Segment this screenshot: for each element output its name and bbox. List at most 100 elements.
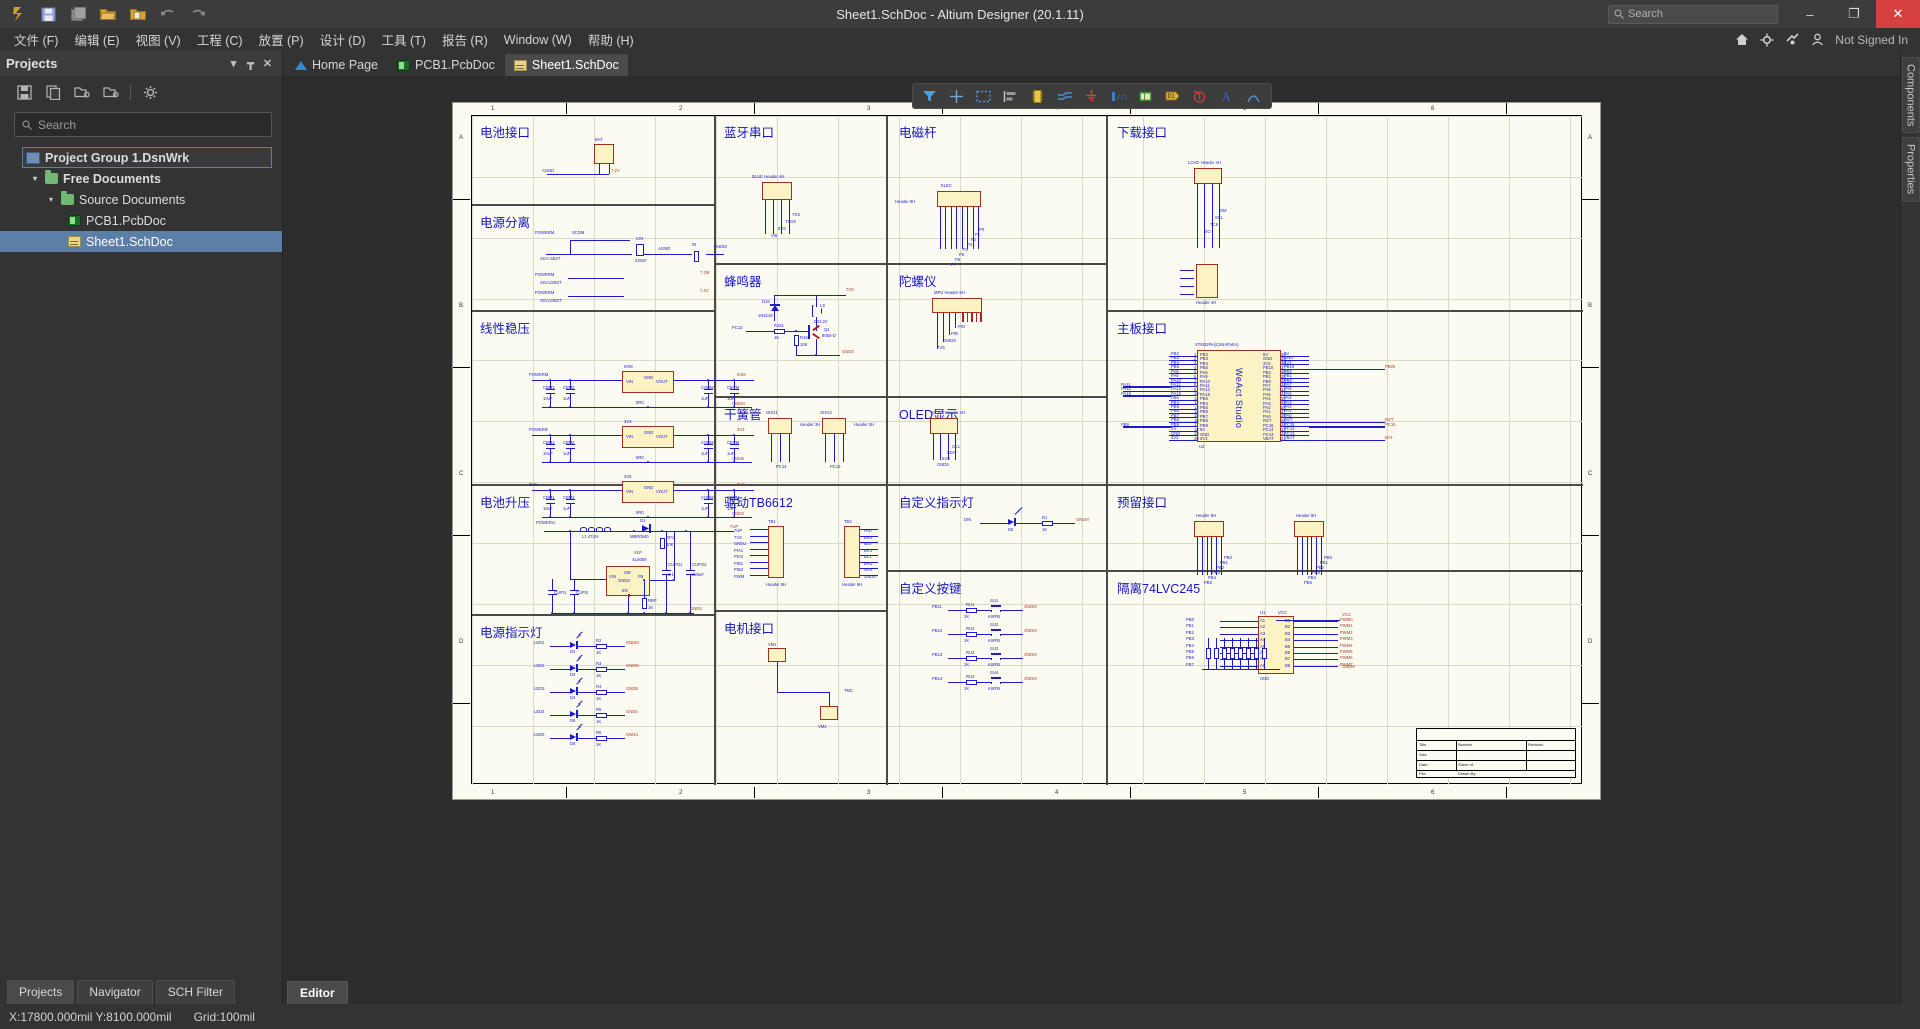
dock-tab-properties[interactable]: Properties xyxy=(1901,137,1920,202)
tree-item-pcb1[interactable]: PCB1.PcbDoc xyxy=(0,210,282,231)
wire-led2 xyxy=(578,692,596,693)
led-bar xyxy=(576,733,578,741)
open-folder-icon[interactable] xyxy=(72,82,92,102)
menu-file[interactable]: 文件 (F) xyxy=(6,28,66,51)
menu-tools[interactable]: 工具 (T) xyxy=(374,28,434,51)
designator-Q1: Q1 xyxy=(824,327,830,332)
designator-D1: D1 xyxy=(640,518,646,523)
net-DIN: DIN xyxy=(964,517,972,522)
tree-item-source-documents[interactable]: ▾ Source Documents xyxy=(0,189,282,210)
selection-rect-icon[interactable] xyxy=(971,85,997,107)
ground-icon[interactable] xyxy=(1079,85,1105,107)
value-10K: 10K xyxy=(666,542,674,547)
gear-icon[interactable] xyxy=(1760,33,1774,47)
arc-icon[interactable] xyxy=(1241,85,1267,107)
res-lead xyxy=(1216,659,1217,669)
connect-icon[interactable] xyxy=(1785,33,1800,46)
filter-icon[interactable] xyxy=(917,85,943,107)
grid-line-vertical xyxy=(655,116,656,785)
panel-close-icon[interactable]: ✕ xyxy=(259,57,276,70)
redo-icon[interactable] xyxy=(184,2,212,26)
open-icon[interactable] xyxy=(94,2,122,26)
projects-search-input[interactable]: Search xyxy=(14,112,272,137)
menu-edit[interactable]: 编辑 (E) xyxy=(66,28,127,51)
pin-wire xyxy=(750,529,768,530)
grid-line-vertical xyxy=(533,116,534,785)
wire xyxy=(628,596,629,613)
panel-tab-navigator[interactable]: Navigator xyxy=(77,980,153,1004)
net-PC13: PC13 xyxy=(732,325,743,330)
save-icon[interactable] xyxy=(34,2,62,26)
pcb-doc-icon xyxy=(68,215,81,226)
tree-item-project-group[interactable]: Project Group 1.DsnWrk xyxy=(22,147,272,168)
panel-pin-icon[interactable]: ┳ xyxy=(242,57,259,70)
menu-project[interactable]: 工程 (C) xyxy=(189,28,251,51)
user-icon[interactable] xyxy=(1811,33,1824,46)
save-icon[interactable] xyxy=(14,82,34,102)
dock-tab-components[interactable]: Components xyxy=(1901,57,1920,134)
bus-icon[interactable] xyxy=(1052,85,1078,107)
save-all-icon[interactable] xyxy=(64,2,92,26)
no-erc-icon[interactable] xyxy=(1187,85,1213,107)
res-lead xyxy=(1256,638,1257,648)
menu-view[interactable]: 视图 (V) xyxy=(128,28,189,51)
copy-icon[interactable] xyxy=(43,82,63,102)
cap-value: 1uF xyxy=(563,451,571,456)
schematic-canvas[interactable]: /// D1 A xyxy=(283,76,1900,1004)
designator-R1: R1 xyxy=(1042,515,1048,520)
global-search-input[interactable]: Search xyxy=(1608,4,1778,24)
project-tree: Project Group 1.DsnWrk ▾ Free Documents … xyxy=(0,143,282,976)
editor-tab[interactable]: Editor xyxy=(287,981,348,1004)
grid-line-horizontal xyxy=(472,299,1583,300)
block-divider-horizontal xyxy=(472,310,714,312)
net-7V2: 7.2V xyxy=(611,168,620,173)
net-label-icon[interactable]: D1 xyxy=(1160,85,1186,107)
panel-tab-sch-filter[interactable]: SCH Filter xyxy=(155,980,236,1004)
sheet-symbol-icon[interactable] xyxy=(1133,85,1159,107)
grid-setting[interactable]: Grid:100mil xyxy=(194,1010,255,1024)
menu-place[interactable]: 放置 (P) xyxy=(251,28,312,51)
port-icon[interactable]: /// xyxy=(1106,85,1132,107)
wire xyxy=(546,254,632,255)
component-icon[interactable] xyxy=(1025,85,1051,107)
open-project-icon[interactable] xyxy=(124,2,152,26)
tree-item-sheet1[interactable]: Sheet1.SchDoc xyxy=(0,231,282,252)
text-icon[interactable]: A xyxy=(1214,85,1240,107)
pin-wire-red xyxy=(966,313,968,322)
menu-reports[interactable]: 报告 (R) xyxy=(434,28,496,51)
menu-window[interactable]: Window (W) xyxy=(496,31,580,49)
menu-help[interactable]: 帮助 (H) xyxy=(580,28,642,51)
panel-dropdown-icon[interactable]: ▾ xyxy=(225,57,242,70)
panel-tab-projects[interactable]: Projects xyxy=(7,980,75,1004)
doc-tab-sheet1[interactable]: Sheet1.SchDoc xyxy=(504,54,628,76)
wire-in xyxy=(532,435,622,436)
minimize-button[interactable]: – xyxy=(1788,0,1832,28)
chevron-down-icon[interactable]: ▾ xyxy=(30,174,40,183)
altium-logo-icon[interactable] xyxy=(4,2,32,26)
grid-line-vertical xyxy=(838,116,839,785)
mcu-part-title: STM32Pin(CoNoPartA) xyxy=(1195,342,1239,347)
refresh-folder-icon[interactable] xyxy=(101,82,121,102)
resistor-part xyxy=(1214,648,1219,659)
tree-item-free-documents[interactable]: ▾ Free Documents xyxy=(0,168,282,189)
wire xyxy=(816,295,817,307)
doc-tab-home-page[interactable]: Home Page xyxy=(286,54,387,76)
btn-lead xyxy=(991,682,992,684)
settings-icon[interactable] xyxy=(140,82,160,102)
close-button[interactable]: ✕ xyxy=(1876,0,1920,28)
ic-left-wire xyxy=(1220,659,1258,661)
doc-tab-pcb1[interactable]: PCB1.PcbDoc xyxy=(388,54,504,76)
cap-plate xyxy=(686,570,695,572)
pin-VIN-boost: VIN xyxy=(609,574,616,579)
align-icon[interactable] xyxy=(998,85,1024,107)
signin-status-label[interactable]: Not Signed In xyxy=(1835,33,1908,47)
maximize-button[interactable]: ❐ xyxy=(1832,0,1876,28)
net-7V2M: 7.2M xyxy=(700,270,710,275)
res-lead xyxy=(1256,659,1257,669)
schematic-sheet[interactable]: 1 2 3 4 5 6 1 2 3 4 5 6 A B C D A B C D 电池接口 蓝牙串口 电磁杆 下载接口电… xyxy=(452,102,1601,800)
chevron-down-icon[interactable]: ▾ xyxy=(46,195,56,204)
crosshair-icon[interactable] xyxy=(944,85,970,107)
home-icon[interactable] xyxy=(1735,33,1749,46)
undo-icon[interactable] xyxy=(154,2,182,26)
menu-design[interactable]: 设计 (D) xyxy=(312,28,374,51)
